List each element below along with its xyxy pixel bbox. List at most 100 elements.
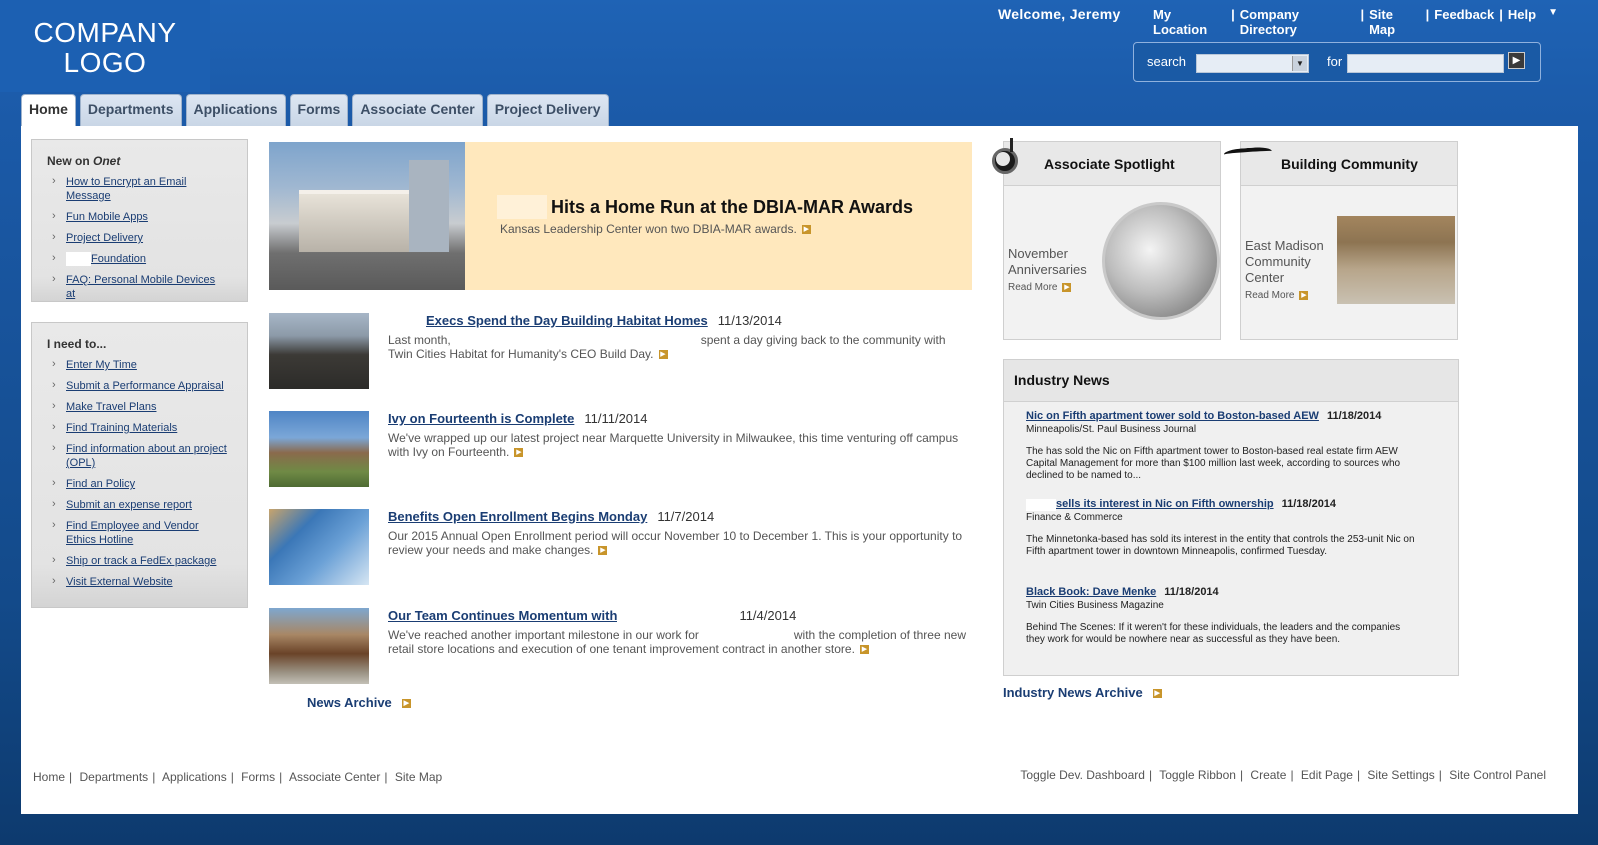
chevron-down-icon[interactable]: ▼ bbox=[1292, 56, 1307, 71]
industry-news-link[interactable]: Black Book: Dave Menke bbox=[1026, 586, 1156, 598]
list-item: Make Travel Plans bbox=[52, 399, 227, 414]
my-location-link[interactable]: My Location bbox=[1153, 7, 1226, 37]
news-item: Ivy on Fourteenth is Complete 11/11/2014 … bbox=[269, 411, 979, 489]
encrypt-email-link[interactable]: How to Encrypt an Email Message bbox=[66, 176, 186, 202]
footer-forms-link[interactable]: Forms bbox=[241, 770, 275, 784]
search-go-button[interactable]: ▶ bbox=[1508, 52, 1525, 69]
news-title: xExecs Spend the Day Building Habitat Ho… bbox=[388, 313, 782, 328]
spotlight-icon bbox=[988, 136, 1032, 180]
list-item: Enter My Time bbox=[52, 357, 227, 372]
arrow-right-icon: ▶ bbox=[1299, 290, 1309, 300]
industry-news-item: xsells its interest in Nic on Fifth owne… bbox=[1026, 498, 1421, 558]
news-archive-link[interactable]: News Archive ▶ bbox=[307, 695, 411, 710]
building-community-card[interactable]: Building Community East Madison Communit… bbox=[1240, 141, 1458, 340]
list-item: xFoundation bbox=[52, 251, 227, 266]
news-thumbnail[interactable] bbox=[269, 313, 369, 389]
arrow-right-icon[interactable]: ▶ bbox=[1152, 689, 1162, 699]
industry-news-date: 11/18/2014 bbox=[1281, 498, 1337, 510]
industry-news-archive-link[interactable]: Industry News Archive ▶ bbox=[1003, 685, 1162, 700]
footer-associate-center-link[interactable]: Associate Center bbox=[289, 770, 380, 784]
training-materials-link[interactable]: Find Training Materials bbox=[66, 422, 177, 434]
tab-project-delivery[interactable]: Project Delivery bbox=[486, 94, 609, 126]
create-link[interactable]: Create bbox=[1250, 768, 1286, 782]
enter-time-link[interactable]: Enter My Time bbox=[66, 359, 137, 371]
industry-news-link[interactable]: Nic on Fifth apartment tower sold to Bos… bbox=[1026, 410, 1319, 422]
separator: | bbox=[1360, 7, 1365, 22]
company-directory-link[interactable]: Company Directory bbox=[1240, 7, 1356, 37]
fedex-link[interactable]: Ship or track a FedEx package bbox=[66, 555, 216, 567]
footer-departments-link[interactable]: Departments bbox=[79, 770, 148, 784]
news-description: Last month,xspent a day giving back to t… bbox=[388, 333, 946, 361]
edit-page-link[interactable]: Edit Page bbox=[1301, 768, 1353, 782]
ethics-hotline-link[interactable]: Find Employee and Vendor Ethics Hotline bbox=[66, 520, 199, 546]
faq-mobile-link[interactable]: FAQ: Personal Mobile Devices at bbox=[66, 274, 215, 300]
tab-applications[interactable]: Applications bbox=[185, 94, 286, 126]
footer-site-map-link[interactable]: Site Map bbox=[395, 770, 442, 784]
travel-plans-link[interactable]: Make Travel Plans bbox=[66, 401, 156, 413]
news-title-link[interactable]: Ivy on Fourteenth is Complete bbox=[388, 411, 574, 426]
redacted-name bbox=[497, 195, 547, 219]
feature-banner[interactable]: Hits a Home Run at the DBIA-MAR Awards K… bbox=[269, 142, 972, 290]
list-item: Find Employee and Vendor Ethics Hotline bbox=[52, 518, 227, 547]
arrow-right-icon[interactable]: ▶ bbox=[514, 448, 524, 458]
news-item: xExecs Spend the Day Building Habitat Ho… bbox=[269, 313, 979, 391]
tab-home[interactable]: Home bbox=[21, 94, 76, 127]
toggle-ribbon-link[interactable]: Toggle Ribbon bbox=[1159, 768, 1236, 782]
news-date: 11/13/2014 bbox=[717, 313, 782, 328]
tab-forms[interactable]: Forms bbox=[289, 94, 349, 126]
arrow-right-icon[interactable]: ▶ bbox=[859, 645, 869, 655]
news-title-link[interactable]: Benefits Open Enrollment Begins Monday bbox=[388, 509, 647, 524]
search-scope-select[interactable]: ▼ bbox=[1196, 54, 1309, 73]
separator: | bbox=[1425, 7, 1430, 22]
site-control-panel-link[interactable]: Site Control Panel bbox=[1449, 768, 1546, 782]
performance-appraisal-link[interactable]: Submit a Performance Appraisal bbox=[66, 380, 224, 392]
tab-associate-center[interactable]: Associate Center bbox=[352, 94, 483, 126]
list-item: Ship or track a FedEx package bbox=[52, 553, 227, 568]
mobile-apps-link[interactable]: Fun Mobile Apps bbox=[66, 211, 148, 223]
news-thumbnail[interactable] bbox=[269, 509, 369, 585]
logo-line2: LOGO bbox=[63, 47, 147, 78]
site-map-link[interactable]: Site Map bbox=[1369, 7, 1421, 37]
footer-admin-links: Toggle Dev. Dashboard | Toggle Ribbon | Cr… bbox=[1020, 768, 1546, 782]
news-item: Benefits Open Enrollment Begins Monday 11… bbox=[269, 509, 979, 587]
news-thumbnail[interactable] bbox=[269, 608, 369, 684]
help-link[interactable]: Help bbox=[1508, 7, 1536, 37]
news-title-link[interactable]: Our Team Continues Momentum with bbox=[388, 608, 617, 623]
news-title-link[interactable]: Execs Spend the Day Building Habitat Hom… bbox=[426, 313, 708, 328]
project-info-link[interactable]: Find information about an project (OPL) bbox=[66, 443, 227, 469]
site-settings-link[interactable]: Site Settings bbox=[1367, 768, 1434, 782]
industry-news-link[interactable]: sells its interest in Nic on Fifth owner… bbox=[1056, 498, 1274, 510]
read-more-link[interactable]: Read More ▶ bbox=[1008, 282, 1072, 293]
card-text: November Anniversaries bbox=[1008, 246, 1087, 277]
company-logo[interactable]: COMPANY LOGO bbox=[0, 0, 210, 92]
project-delivery-link[interactable]: Project Delivery bbox=[66, 232, 143, 244]
footer-applications-link[interactable]: Applications bbox=[162, 770, 227, 784]
associate-spotlight-card[interactable]: Associate Spotlight November Anniversari… bbox=[1003, 141, 1221, 340]
find-policy-link[interactable]: Find an Policy bbox=[66, 478, 135, 490]
news-date: 11/7/2014 bbox=[657, 509, 715, 524]
arrow-right-icon[interactable]: ▶ bbox=[401, 699, 411, 709]
search-input[interactable] bbox=[1347, 54, 1504, 73]
external-website-link[interactable]: Visit External Website bbox=[66, 576, 173, 588]
feedback-link[interactable]: Feedback bbox=[1434, 7, 1494, 37]
tab-departments[interactable]: Departments bbox=[79, 94, 182, 126]
chevron-down-icon[interactable]: ▼ bbox=[1548, 7, 1558, 37]
arrow-right-icon[interactable]: ▶ bbox=[658, 350, 668, 360]
feature-title[interactable]: Hits a Home Run at the DBIA-MAR Awards bbox=[551, 197, 913, 218]
new-on-onet-panel: New on Onet How to Encrypt an Email Mess… bbox=[31, 139, 248, 302]
toggle-dev-dashboard-link[interactable]: Toggle Dev. Dashboard bbox=[1020, 768, 1145, 782]
feature-image[interactable] bbox=[269, 142, 465, 290]
arrow-right-icon[interactable]: ▶ bbox=[598, 546, 608, 556]
footer-home-link[interactable]: Home bbox=[33, 770, 65, 784]
list-item: Submit a Performance Appraisal bbox=[52, 378, 227, 393]
news-date: 11/11/2014 bbox=[584, 411, 648, 426]
read-more-link[interactable]: Read More ▶ bbox=[1245, 290, 1309, 301]
arrow-right-icon[interactable]: ▶ bbox=[801, 225, 811, 235]
foundation-link[interactable]: Foundation bbox=[91, 253, 146, 265]
expense-report-link[interactable]: Submit an expense report bbox=[66, 499, 192, 511]
industry-news-item: Black Book: Dave Menke 11/18/2014 Twin Ci… bbox=[1026, 586, 1421, 646]
list-item: Visit External Website bbox=[52, 574, 227, 589]
industry-news-body: The Minnetonka-based has sold its intere… bbox=[1026, 534, 1415, 557]
industry-news-body: The has sold the Nic on Fifth apartment … bbox=[1026, 446, 1401, 481]
news-thumbnail[interactable] bbox=[269, 411, 369, 487]
